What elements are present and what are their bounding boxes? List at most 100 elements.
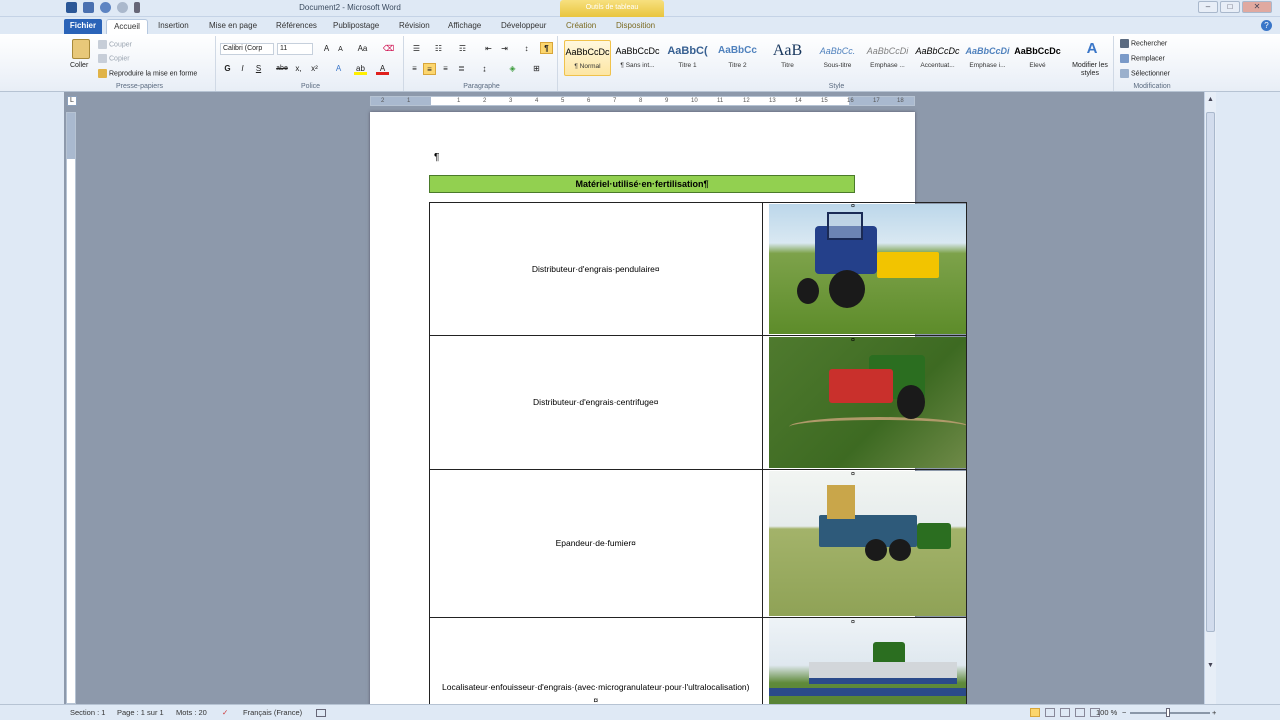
change-case-button[interactable]: Aa bbox=[356, 43, 369, 55]
table-cell-label[interactable]: Epandeur·de·fumier¤ bbox=[429, 469, 763, 618]
zoom-level[interactable]: 100 % bbox=[1096, 708, 1117, 717]
macro-record-icon[interactable] bbox=[316, 709, 326, 717]
font-name-dropdown[interactable]: Calibri (Corp bbox=[220, 43, 274, 55]
italic-button[interactable]: I bbox=[236, 63, 249, 75]
status-page[interactable]: Page : 1 sur 1 bbox=[117, 708, 164, 717]
sort-icon[interactable]: ↕ bbox=[520, 43, 533, 55]
view-web-icon[interactable] bbox=[1060, 708, 1070, 717]
shading-icon[interactable]: ◈ bbox=[506, 63, 519, 75]
tab-developpeur[interactable]: Développeur bbox=[497, 19, 550, 34]
tab-mise-en-page[interactable]: Mise en page bbox=[205, 19, 261, 34]
shrink-font-button[interactable]: A bbox=[334, 44, 347, 56]
style-accentuation[interactable]: AaBbCcDc Accentuat... bbox=[914, 40, 961, 76]
style-preview: AaBbCcDc bbox=[1014, 46, 1061, 56]
zoom-slider-knob[interactable] bbox=[1166, 708, 1170, 717]
table-title[interactable]: Matériel·utilisé·en·fertilisation¶ bbox=[429, 175, 855, 193]
tab-accueil[interactable]: Accueil bbox=[106, 19, 148, 34]
horizontal-ruler[interactable]: 2 1 1 2 3 4 5 6 7 8 9 10 11 12 13 14 15 … bbox=[370, 96, 915, 106]
scroll-down-icon[interactable]: ▼ bbox=[1207, 662, 1214, 669]
minimize-button[interactable]: – bbox=[1198, 1, 1218, 13]
proofing-icon[interactable]: ✓ bbox=[222, 708, 228, 717]
tab-creation[interactable]: Création bbox=[562, 19, 600, 34]
zoom-out-button[interactable]: − bbox=[1122, 708, 1126, 717]
change-styles-button[interactable]: Modifier les styles bbox=[1068, 62, 1112, 78]
align-right-icon[interactable]: ≡ bbox=[439, 63, 452, 75]
decrease-indent-icon[interactable]: ⇤ bbox=[482, 43, 495, 55]
style-eleve[interactable]: AaBbCcDc Elevé bbox=[1014, 40, 1061, 76]
borders-icon[interactable]: ⊞ bbox=[530, 63, 543, 75]
highlight-icon[interactable]: ab bbox=[354, 63, 367, 75]
numbering-icon[interactable]: ☷ bbox=[432, 43, 445, 55]
subscript-button[interactable]: x, bbox=[292, 63, 305, 75]
help-icon[interactable]: ? bbox=[1261, 20, 1272, 31]
text-effects-icon[interactable]: A bbox=[332, 63, 345, 75]
manure-spreader-photo[interactable] bbox=[768, 471, 966, 616]
table-cell-image[interactable] bbox=[761, 202, 967, 336]
table-cell-image[interactable] bbox=[761, 469, 967, 618]
replace-button[interactable]: Remplacer bbox=[1120, 54, 1165, 63]
strikethrough-button[interactable]: abe bbox=[274, 63, 290, 75]
scrollbar-thumb[interactable] bbox=[1206, 112, 1215, 632]
table-cell-image[interactable] bbox=[761, 335, 967, 470]
multilevel-list-icon[interactable]: ☶ bbox=[456, 43, 469, 55]
underline-button[interactable]: S bbox=[252, 63, 265, 75]
style-titre-2[interactable]: AaBbCc Titre 2 bbox=[714, 40, 761, 76]
table-cell-label[interactable]: Distributeur·d'engrais·pendulaire¤ bbox=[429, 202, 763, 336]
tab-references[interactable]: Références bbox=[272, 19, 321, 34]
align-left-icon[interactable]: ≡ bbox=[408, 63, 421, 75]
vertical-scrollbar[interactable]: ▲ ▼ bbox=[1204, 92, 1216, 704]
document-page[interactable]: ¶ Matériel·utilisé·en·fertilisation¶ Dis… bbox=[370, 112, 967, 720]
vertical-ruler[interactable] bbox=[66, 112, 76, 704]
select-button[interactable]: Sélectionner bbox=[1120, 69, 1170, 78]
style-emphase-pale[interactable]: AaBbCcDi Emphase ... bbox=[864, 40, 911, 76]
font-color-icon[interactable]: A bbox=[376, 63, 389, 75]
centrifugal-spreader-photo[interactable] bbox=[768, 337, 966, 468]
increase-indent-icon[interactable]: ⇥ bbox=[498, 43, 511, 55]
tab-disposition[interactable]: Disposition bbox=[612, 19, 659, 34]
tab-selector[interactable]: L bbox=[67, 96, 77, 106]
format-painter-button[interactable]: Reproduire la mise en forme bbox=[98, 69, 197, 78]
style-titre[interactable]: AaB Titre bbox=[764, 40, 811, 76]
change-styles-icon[interactable]: A bbox=[1082, 40, 1102, 58]
style-emphase-intense[interactable]: AaBbCcDi Emphase i... bbox=[964, 40, 1011, 76]
tab-fichier[interactable]: Fichier bbox=[64, 19, 102, 34]
tab-insertion[interactable]: Insertion bbox=[154, 19, 193, 34]
tab-affichage[interactable]: Affichage bbox=[444, 19, 485, 34]
zoom-slider[interactable] bbox=[1130, 712, 1210, 714]
scroll-up-icon[interactable]: ▲ bbox=[1207, 96, 1214, 103]
maximize-button[interactable]: □ bbox=[1220, 1, 1240, 13]
paste-icon[interactable] bbox=[72, 39, 90, 59]
style-sans-interligne[interactable]: AaBbCcDc ¶ Sans int... bbox=[614, 40, 661, 76]
line-spacing-icon[interactable]: ↨ bbox=[478, 63, 491, 75]
clear-format-icon[interactable]: ⌫ bbox=[382, 43, 395, 55]
status-language[interactable]: Français (France) bbox=[243, 708, 302, 717]
show-marks-button[interactable]: ¶ bbox=[540, 42, 553, 54]
paste-button[interactable]: Coller bbox=[70, 62, 88, 69]
font-size-dropdown[interactable]: 11 bbox=[277, 43, 313, 55]
pendular-spreader-photo[interactable] bbox=[768, 204, 966, 334]
tab-publipostage[interactable]: Publipostage bbox=[329, 19, 383, 34]
style-titre-1[interactable]: AaBbC(Titre 1 bbox=[664, 40, 711, 76]
find-button[interactable]: Rechercher bbox=[1120, 39, 1167, 48]
cut-button[interactable]: Couper bbox=[98, 40, 132, 49]
table-cell-label[interactable]: Distributeur·d'engrais·centrifuge¤ bbox=[429, 335, 763, 470]
superscript-button[interactable]: x² bbox=[308, 63, 321, 75]
bullets-icon[interactable]: ☰ bbox=[410, 43, 423, 55]
style-preview: AaBbCc bbox=[718, 45, 757, 56]
zoom-in-button[interactable]: + bbox=[1212, 708, 1216, 717]
view-outline-icon[interactable] bbox=[1075, 708, 1085, 717]
style-normal[interactable]: AaBbCcDc ¶ Normal bbox=[564, 40, 611, 76]
bold-button[interactable]: G bbox=[221, 63, 234, 75]
align-center-icon[interactable]: ≡ bbox=[423, 63, 436, 75]
view-print-layout-icon[interactable] bbox=[1030, 708, 1040, 717]
style-sous-titre[interactable]: AaBbCc. Sous-titre bbox=[814, 40, 861, 76]
close-button[interactable]: ✕ bbox=[1242, 1, 1272, 13]
justify-icon[interactable]: ≣ bbox=[455, 63, 468, 75]
equipment-table[interactable]: Distributeur·d'engrais·pendulaire¤ Distr… bbox=[429, 202, 967, 720]
grow-font-button[interactable]: A bbox=[320, 43, 333, 55]
copy-button[interactable]: Copier bbox=[98, 54, 130, 63]
tab-revision[interactable]: Révision bbox=[395, 19, 434, 34]
view-full-screen-icon[interactable] bbox=[1045, 708, 1055, 717]
status-words[interactable]: Mots : 20 bbox=[176, 708, 207, 717]
status-section[interactable]: Section : 1 bbox=[70, 708, 105, 717]
